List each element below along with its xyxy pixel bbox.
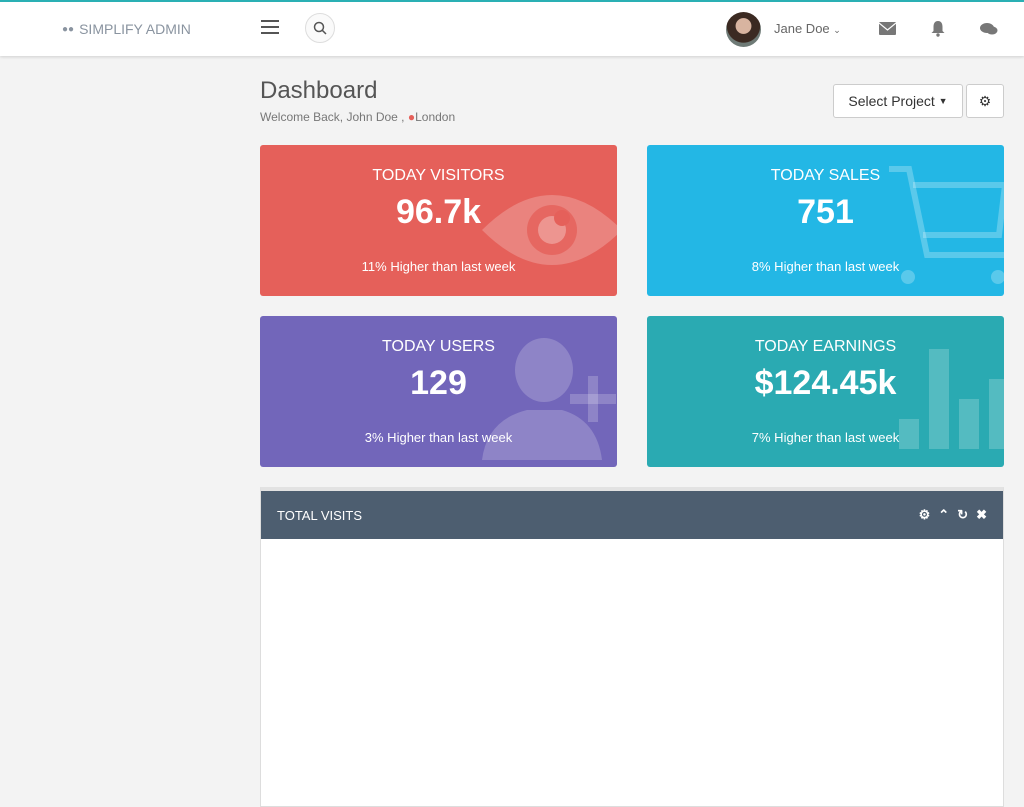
avatar[interactable]: [726, 12, 761, 47]
search-icon: [313, 21, 327, 35]
panel-header: TOTAL VISITS ⚙ ⌃ ↻ ✖: [261, 491, 1003, 539]
select-project-dropdown[interactable]: Select Project ▼: [833, 84, 963, 118]
user-menu[interactable]: Jane Doe ⌄: [774, 21, 841, 36]
chevron-up-icon[interactable]: ⌃: [938, 507, 949, 523]
card-note: 7% Higher than last week: [751, 430, 900, 445]
bell-icon[interactable]: [930, 20, 946, 37]
panel-title: TOTAL VISITS: [277, 507, 363, 523]
stat-card-earnings: TODAY EARNINGS $124.45k 7% Higher than l…: [647, 316, 1004, 467]
welcome-text: Welcome Back, John Doe ,: [260, 110, 405, 124]
location-text: London: [415, 110, 456, 124]
top-navbar: ●● SIMPLIFY ADMIN Jane Doe ⌄: [0, 0, 1024, 56]
stat-card-users: TODAY USERS 129 3% Higher than last week: [260, 316, 617, 467]
brand-name: SIMPLIFY ADMIN: [79, 21, 191, 37]
search-button[interactable]: [305, 13, 335, 43]
caret-down-icon: ▼: [938, 96, 948, 106]
card-label: TODAY USERS: [382, 338, 495, 355]
card-note: 8% Higher than last week: [751, 259, 900, 274]
total-visits-panel: TOTAL VISITS ⚙ ⌃ ↻ ✖: [260, 487, 1004, 807]
card-value: 751: [797, 193, 854, 231]
card-note: 11% Higher than last week: [361, 259, 516, 274]
card-label: TODAY VISITORS: [372, 167, 505, 184]
close-icon[interactable]: ✖: [976, 507, 987, 523]
stat-card-visitors: TODAY VISITORS 96.7k 11% Higher than las…: [260, 145, 617, 296]
card-label: TODAY SALES: [770, 167, 881, 184]
card-note: 3% Higher than last week: [364, 430, 513, 445]
card-value: $124.45k: [754, 364, 897, 402]
envelope-icon[interactable]: [879, 22, 896, 35]
card-label: TODAY EARNINGS: [754, 338, 897, 355]
users-icon: ●●: [62, 23, 75, 35]
comments-icon[interactable]: [980, 22, 998, 36]
stat-card-sales: TODAY SALES 751 8% Higher than last week: [647, 145, 1004, 296]
gear-icon[interactable]: ⚙: [919, 507, 931, 523]
card-value: 129: [410, 364, 467, 402]
brand-logo[interactable]: ●● SIMPLIFY ADMIN: [62, 21, 191, 37]
refresh-icon[interactable]: ↻: [957, 507, 968, 523]
card-value: 96.7k: [395, 193, 482, 231]
gear-icon: ⚙: [978, 92, 992, 109]
settings-button[interactable]: ⚙: [966, 84, 1004, 118]
welcome-subtitle: Welcome Back, John Doe , ●London: [260, 110, 455, 124]
page-title: Dashboard: [260, 77, 378, 104]
chevron-down-icon: ⌄: [833, 25, 841, 35]
select-project-label: Select Project: [848, 93, 935, 109]
menu-toggle-icon[interactable]: [261, 20, 279, 34]
user-name: Jane Doe: [774, 21, 830, 36]
